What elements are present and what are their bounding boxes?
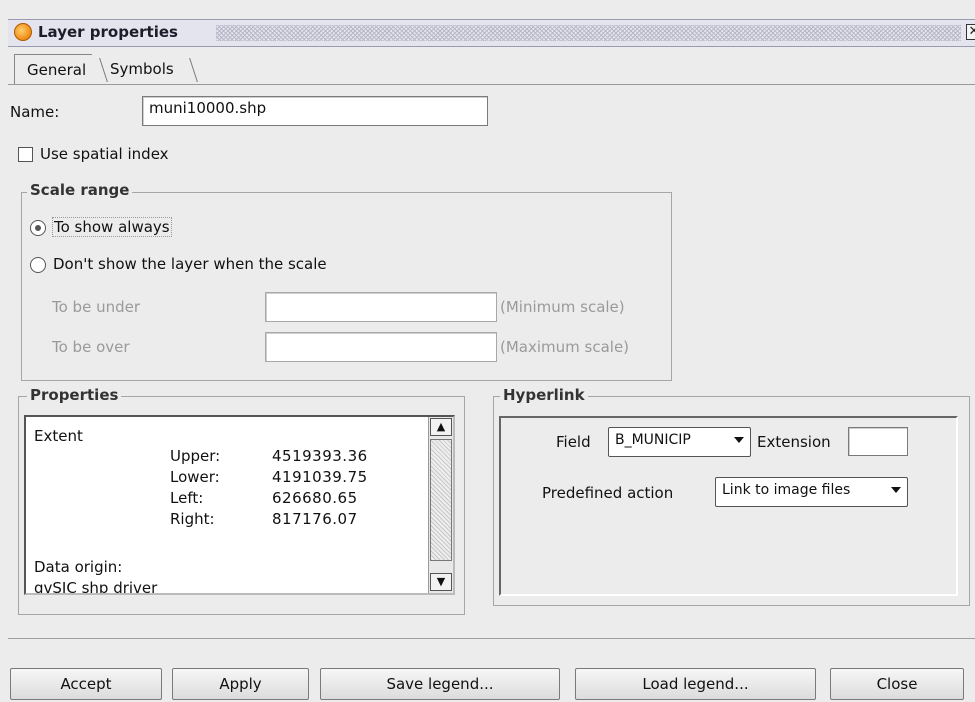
upper-label: Upper: [170,447,221,465]
maximum-scale-hint: (Maximum scale) [500,338,630,356]
lower-label: Lower: [170,468,220,486]
show-always-label: To show always [52,217,172,237]
properties-title: Properties [27,386,122,404]
scale-limit-radio[interactable] [30,257,46,273]
name-input[interactable]: muni10000.shp [142,96,488,126]
over-label: To be over [52,338,130,356]
window-title: Layer properties [38,23,178,41]
lower-value: 4191039.75 [272,468,368,486]
scale-limit-label: Don't show the layer when the scale [53,255,327,273]
accept-button[interactable]: Accept [10,668,162,700]
chevron-down-icon [891,487,901,493]
scroll-thumb[interactable] [430,439,452,561]
extent-label: Extent [34,427,83,445]
right-value: 817176.07 [272,510,358,528]
extension-label: Extension [757,433,831,451]
data-origin-label: Data origin: [34,558,123,576]
tab-symbols[interactable]: Symbols [110,60,174,78]
minimum-scale-hint: (Minimum scale) [500,298,625,316]
chevron-down-icon [734,437,744,443]
close-button[interactable]: Close [830,668,964,700]
left-value: 626680.65 [272,489,358,507]
tab-divider [99,58,108,82]
button-separator [8,638,975,639]
tab-underline [8,84,975,85]
field-label: Field [556,433,591,451]
scroll-down-icon[interactable]: ▼ [430,573,452,591]
scale-range-title: Scale range [27,181,133,199]
apply-button[interactable]: Apply [172,668,309,700]
load-legend-button[interactable]: Load legend... [575,668,816,700]
maximum-scale-input[interactable] [265,332,497,362]
properties-text-area[interactable]: Extent Upper: 4519393.36 Lower: 4191039.… [24,415,455,595]
hyperlink-title: Hyperlink [500,386,588,404]
data-origin-value: gvSIC shp driver [34,579,158,595]
close-icon[interactable]: ✕ [966,24,975,40]
tab-divider [189,58,198,82]
app-icon [14,23,32,41]
predefined-action-label: Predefined action [542,484,674,502]
tab-general-label: General [27,61,87,79]
extension-input[interactable] [848,427,908,456]
right-label: Right: [170,510,215,528]
under-label: To be under [52,298,141,316]
title-bar-texture [216,25,961,41]
title-bar[interactable]: Layer properties ✕ [8,19,975,47]
scroll-up-icon[interactable]: ▲ [430,418,452,436]
spatial-index-label: Use spatial index [40,145,169,163]
minimum-scale-input[interactable] [265,292,497,322]
properties-scrollbar[interactable]: ▲ ▼ [428,417,453,593]
upper-value: 4519393.36 [272,447,368,465]
field-dropdown-value: B_MUNICIP [615,432,691,448]
predefined-action-dropdown[interactable]: Link to image files [715,477,908,507]
tab-general[interactable]: General [14,54,93,84]
name-label: Name: [10,103,60,121]
spatial-index-checkbox[interactable] [18,147,33,162]
save-legend-button[interactable]: Save legend... [320,668,560,700]
field-dropdown[interactable]: B_MUNICIP [608,427,751,457]
predefined-action-value: Link to image files [722,482,851,498]
show-always-radio[interactable] [30,220,46,236]
left-label: Left: [170,489,204,507]
